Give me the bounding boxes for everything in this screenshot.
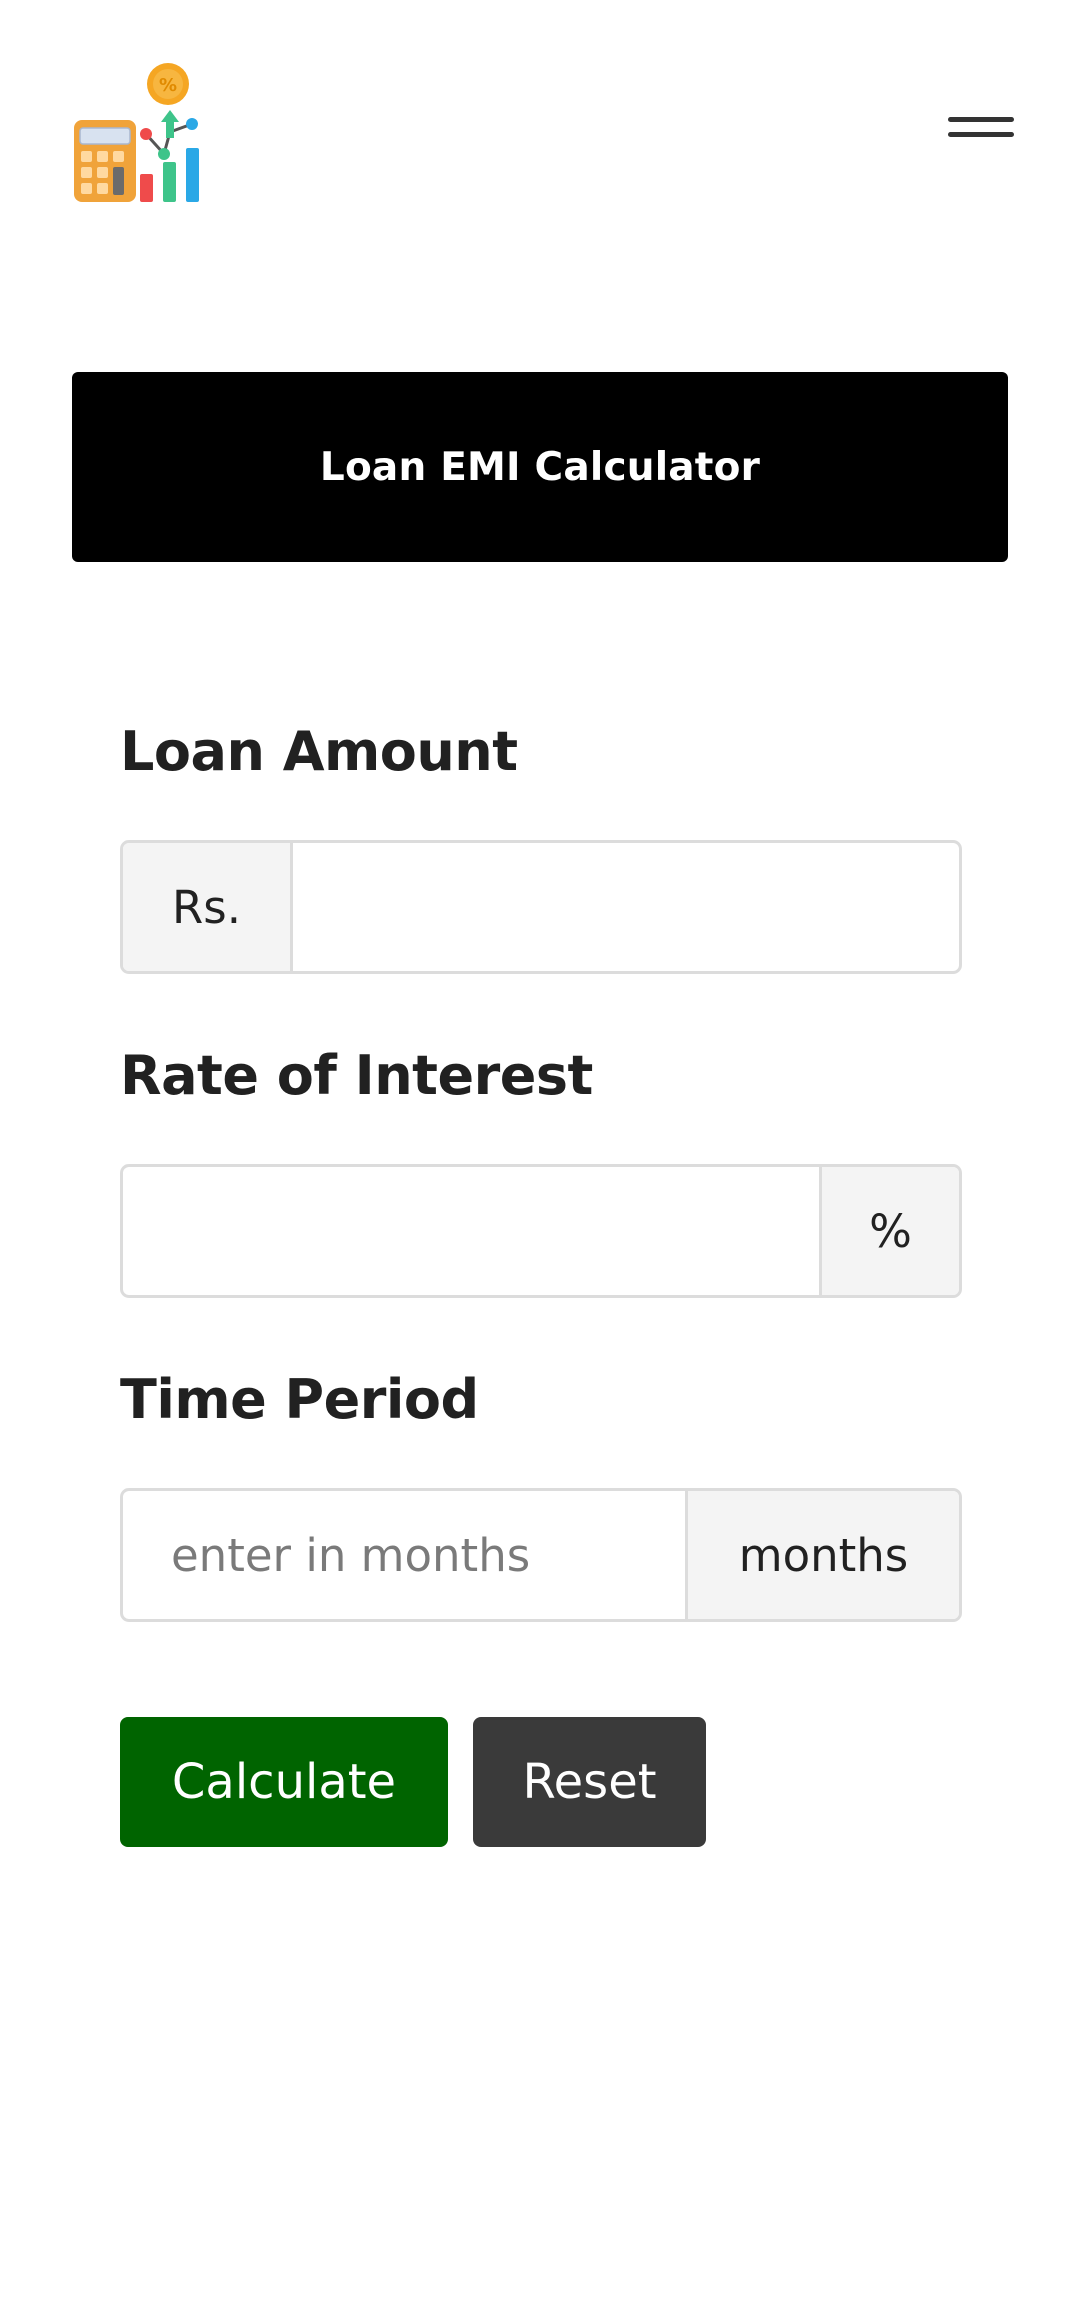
loan-amount-input[interactable] [293,843,959,971]
page-banner: Loan EMI Calculator [72,372,1008,562]
rate-of-interest-input-group: % [120,1164,962,1298]
hamburger-menu-icon[interactable] [940,105,1016,165]
months-suffix: months [685,1491,959,1619]
svg-text:%: % [159,75,177,96]
calculate-button[interactable]: Calculate [120,1717,448,1847]
percent-suffix: % [819,1167,959,1295]
rate-of-interest-input[interactable] [123,1167,819,1295]
calculator-chart-logo-icon[interactable]: % [70,62,210,204]
rate-of-interest-label: Rate of Interest [120,1044,593,1107]
loan-amount-label: Loan Amount [120,720,518,783]
loan-amount-input-group: Rs. [120,840,962,974]
currency-prefix: Rs. [123,843,293,971]
menu-bar-bottom [948,132,1014,137]
time-period-input[interactable] [123,1491,685,1619]
menu-bar-top [948,117,1014,122]
time-period-label: Time Period [120,1368,479,1431]
page-title: Loan EMI Calculator [319,444,761,490]
navbar: % [0,0,1080,220]
reset-button[interactable]: Reset [473,1717,706,1847]
time-period-input-group: months [120,1488,962,1622]
